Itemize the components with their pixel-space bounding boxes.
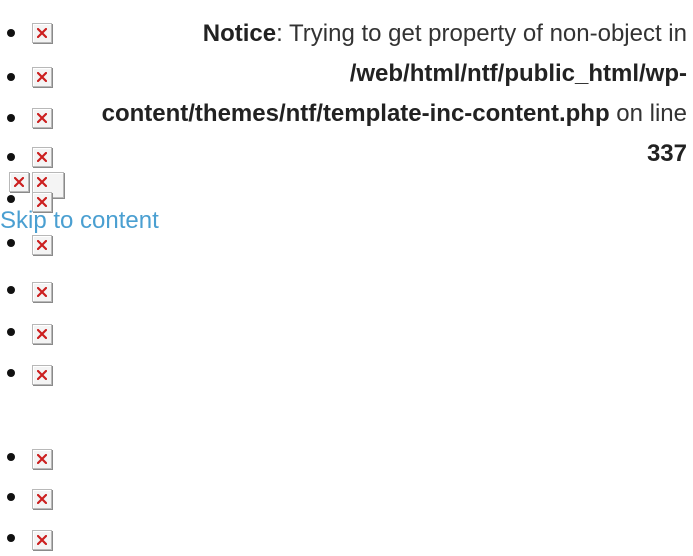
list-bullet (7, 29, 15, 37)
broken-image-icon[interactable] (32, 489, 52, 509)
notice-line-number: 337 (646, 140, 687, 167)
list-bullet (7, 73, 15, 81)
broken-image-icon[interactable] (32, 108, 52, 128)
list-bullet (7, 453, 15, 461)
broken-image-icon[interactable] (32, 282, 52, 302)
list-bullet (7, 239, 15, 247)
list-bullet (7, 328, 15, 336)
broken-image-icon[interactable] (32, 449, 52, 469)
notice-label: Notice (202, 20, 277, 47)
broken-image-icon[interactable] (32, 235, 52, 255)
list-bullet (7, 153, 15, 161)
list-bullet (7, 534, 15, 542)
list-bullet (7, 493, 15, 501)
notice-message: : Trying to get property of non-object i… (276, 20, 687, 47)
notice-line-text: on line (609, 100, 687, 127)
broken-image-icon[interactable] (32, 23, 52, 43)
broken-image-icon[interactable] (32, 192, 52, 212)
broken-image-icon[interactable] (32, 147, 52, 167)
list-bullet (7, 369, 15, 377)
skip-to-content-link[interactable]: Skip to content (0, 203, 159, 239)
broken-image-icon[interactable] (32, 324, 52, 344)
broken-image-icon[interactable] (32, 365, 52, 385)
php-notice: Notice: Trying to get property of non-ob… (87, 14, 687, 174)
broken-image-icon[interactable] (32, 67, 52, 87)
list-bullet (7, 195, 15, 203)
list-bullet (7, 286, 15, 294)
broken-image-icon[interactable] (9, 172, 29, 192)
list-bullet (7, 114, 15, 122)
broken-image-icon[interactable] (32, 530, 52, 550)
notice-file-path: /web/html/ntf/public_html/wp-content/the… (101, 60, 687, 127)
